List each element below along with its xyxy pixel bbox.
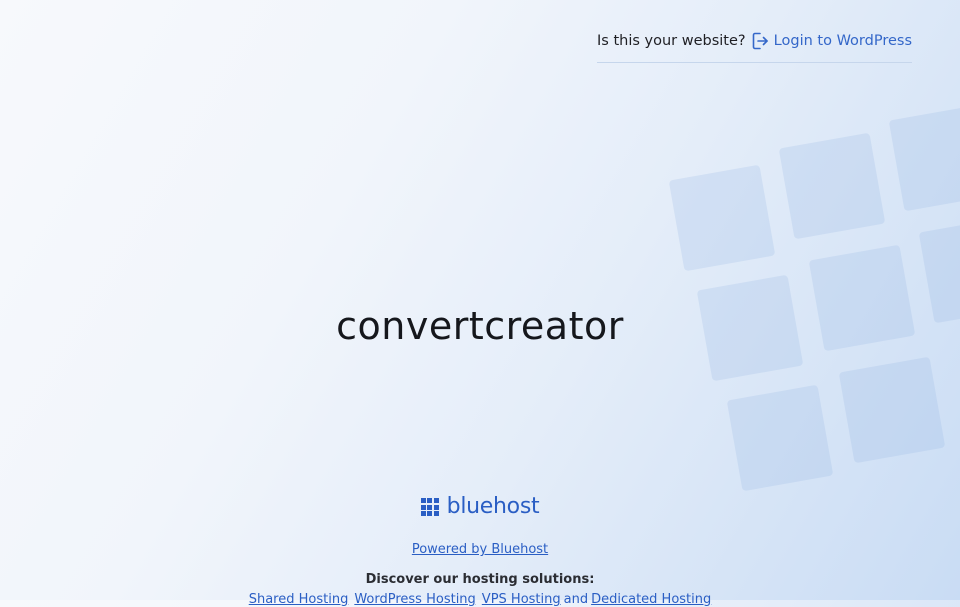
discover-heading: Discover our hosting solutions: [365,572,595,587]
site-title: convertcreator [336,304,624,348]
background-tile [838,356,946,464]
bluehost-grid-icon [420,498,439,516]
bluehost-wordmark: bluehost [446,494,540,519]
background-tile [668,164,776,272]
ownership-question: Is this your website? [597,33,746,49]
login-link-label: Login to WordPress [773,33,912,49]
powered-by-row: Powered by Bluehost [0,542,960,557]
login-to-wordpress-link[interactable]: Login to WordPress [752,30,912,52]
background-tile [888,104,960,212]
ownership-bar: Is this your website? Login to WordPress [597,30,912,63]
background-tile [726,384,834,492]
login-icon [752,32,768,50]
bluehost-logo: bluehost [0,494,960,520]
background-tile [778,132,886,240]
powered-by-link[interactable]: Powered by Bluehost [412,542,548,557]
